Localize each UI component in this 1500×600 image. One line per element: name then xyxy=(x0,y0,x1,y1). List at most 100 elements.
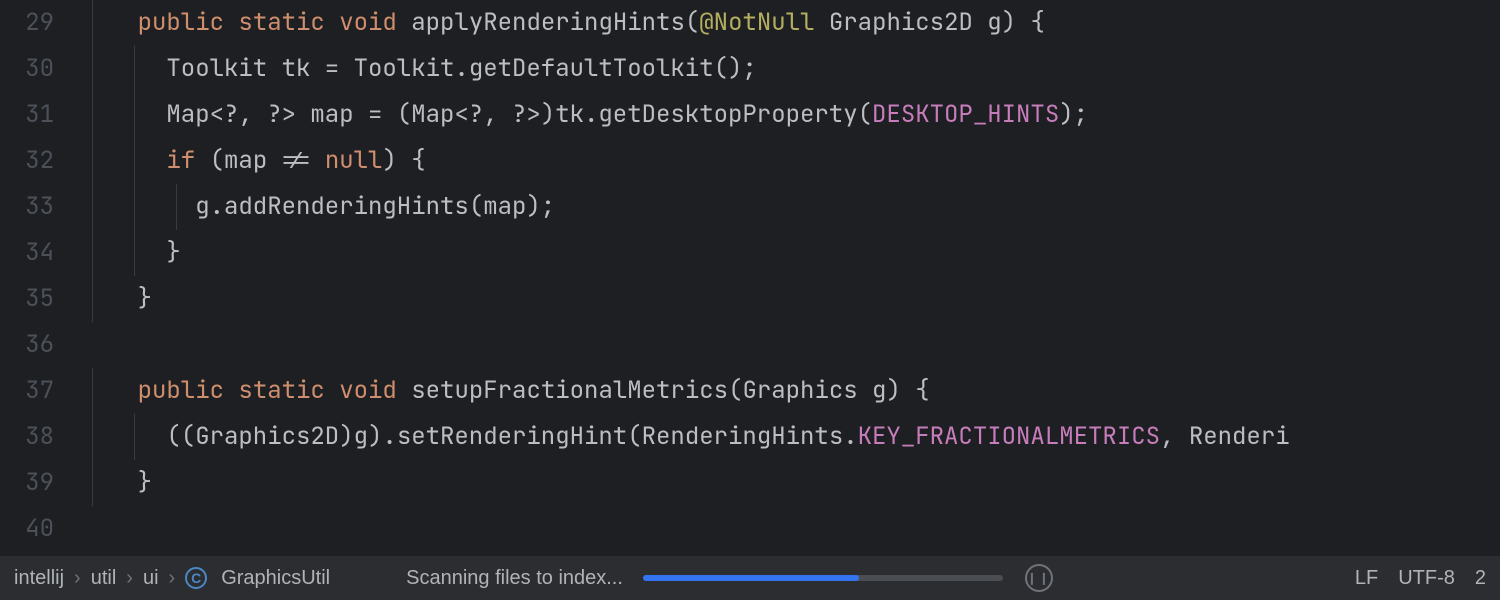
indent-guide xyxy=(92,184,93,230)
indent-guide xyxy=(134,184,135,230)
code-token: DESKTOP_HINTS xyxy=(872,99,1059,130)
code-token: } xyxy=(80,467,152,498)
line-number: 40 xyxy=(0,506,54,552)
code-editor[interactable]: 293031323334353637383940 public static v… xyxy=(0,0,1500,556)
line-separator-status[interactable]: LF xyxy=(1355,567,1378,590)
code-token: void xyxy=(339,375,397,406)
code-token: (Graphics g) { xyxy=(728,375,930,406)
pause-indexing-button[interactable]: ❙❙ xyxy=(1025,564,1053,592)
code-token: (); xyxy=(714,53,757,84)
file-encoding-status[interactable]: UTF-8 xyxy=(1398,567,1455,590)
code-token: (RenderingHints. xyxy=(627,421,857,452)
indexing-progress-fill xyxy=(643,575,859,581)
code-line[interactable]: } xyxy=(72,230,1500,276)
code-line[interactable] xyxy=(72,322,1500,368)
line-number: 36 xyxy=(0,322,54,368)
status-bar: intellij›util›ui›CGraphicsUtil Scanning … xyxy=(0,556,1500,600)
line-number: 35 xyxy=(0,276,54,322)
code-token: applyRenderingHints xyxy=(411,7,685,38)
code-line[interactable] xyxy=(72,506,1500,552)
indent-guide xyxy=(92,230,93,276)
code-token: @NotNull xyxy=(699,7,814,38)
breadcrumb[interactable]: intellij›util›ui›CGraphicsUtil xyxy=(14,567,330,590)
line-number-gutter: 293031323334353637383940 xyxy=(0,0,72,556)
indent-guide xyxy=(92,138,93,184)
code-token: getDefaultToolkit xyxy=(469,53,714,84)
line-number: 34 xyxy=(0,230,54,276)
code-token: KEY_FRACTIONALMETRICS xyxy=(858,421,1160,452)
indent-guide xyxy=(92,414,93,460)
code-token: static xyxy=(238,7,324,38)
code-token: getDesktopProperty xyxy=(598,99,857,130)
indexing-progress-bar[interactable] xyxy=(643,575,1003,581)
code-token xyxy=(80,375,138,406)
code-token xyxy=(80,7,138,38)
chevron-right-icon: › xyxy=(169,567,176,590)
code-token: public xyxy=(138,7,224,38)
indent-guide xyxy=(134,230,135,276)
code-token: , Renderi xyxy=(1160,421,1290,452)
code-token: null xyxy=(325,145,383,176)
code-token xyxy=(397,7,411,38)
code-token: } xyxy=(80,283,152,314)
breadcrumb-item[interactable]: intellij xyxy=(14,567,64,590)
indent-guide xyxy=(92,92,93,138)
indent-guide xyxy=(176,184,177,230)
code-line[interactable]: public static void applyRenderingHints(@… xyxy=(72,0,1500,46)
line-number: 31 xyxy=(0,92,54,138)
code-line[interactable]: public static void setupFractionalMetric… xyxy=(72,368,1500,414)
code-token: public xyxy=(138,375,224,406)
breadcrumb-class-name[interactable]: GraphicsUtil xyxy=(221,567,330,590)
line-number: 32 xyxy=(0,138,54,184)
code-token: ((Graphics2D)g). xyxy=(80,421,397,452)
code-token: setupFractionalMetrics xyxy=(411,375,728,406)
indent-guide xyxy=(134,46,135,92)
code-token: ); xyxy=(1059,99,1088,130)
code-line[interactable]: g.addRenderingHints(map); xyxy=(72,184,1500,230)
code-token: g. xyxy=(80,191,224,222)
breadcrumb-item[interactable]: util xyxy=(91,567,117,590)
indent-status[interactable]: 2 xyxy=(1475,567,1486,590)
indent-guide xyxy=(92,0,93,46)
code-token xyxy=(224,7,238,38)
chevron-right-icon: › xyxy=(126,567,133,590)
code-token: if xyxy=(166,145,195,176)
code-line[interactable]: Toolkit tk = Toolkit.getDefaultToolkit()… xyxy=(72,46,1500,92)
code-line[interactable]: } xyxy=(72,276,1500,322)
indexing-status-text: Scanning files to index... xyxy=(406,567,623,590)
code-line[interactable]: } xyxy=(72,460,1500,506)
code-token: Toolkit tk = Toolkit. xyxy=(80,53,469,84)
code-token: void xyxy=(339,7,397,38)
line-number: 39 xyxy=(0,460,54,506)
indent-guide xyxy=(92,46,93,92)
line-number: 37 xyxy=(0,368,54,414)
indent-guide xyxy=(134,138,135,184)
code-token: ( xyxy=(858,99,872,130)
code-token: ) { xyxy=(382,145,425,176)
code-area[interactable]: public static void applyRenderingHints(@… xyxy=(72,0,1500,556)
code-token: addRenderingHints xyxy=(224,191,469,222)
indent-guide xyxy=(92,276,93,322)
breadcrumb-item[interactable]: ui xyxy=(143,567,159,590)
code-token: static xyxy=(238,375,324,406)
pause-icon: ❙❙ xyxy=(1027,571,1051,585)
code-token: } xyxy=(80,237,181,268)
line-number: 33 xyxy=(0,184,54,230)
code-token: (map != xyxy=(195,145,325,176)
line-number: 30 xyxy=(0,46,54,92)
code-line[interactable]: Map<?, ?> map = (Map<?, ?>)tk.getDesktop… xyxy=(72,92,1500,138)
code-line[interactable]: ((Graphics2D)g).setRenderingHint(Renderi… xyxy=(72,414,1500,460)
code-token xyxy=(224,375,238,406)
code-token xyxy=(397,375,411,406)
class-icon: C xyxy=(185,567,207,589)
indent-guide xyxy=(92,460,93,506)
line-number: 29 xyxy=(0,0,54,46)
code-line[interactable]: if (map != null) { xyxy=(72,138,1500,184)
code-token: Map<?, ?> map = (Map<?, ?>)tk. xyxy=(80,99,598,130)
indent-guide xyxy=(134,92,135,138)
code-token: ( xyxy=(685,7,699,38)
code-token: setRenderingHint xyxy=(397,421,627,452)
indent-guide xyxy=(92,368,93,414)
code-token: Graphics2D g) { xyxy=(814,7,1044,38)
indent-guide xyxy=(134,414,135,460)
